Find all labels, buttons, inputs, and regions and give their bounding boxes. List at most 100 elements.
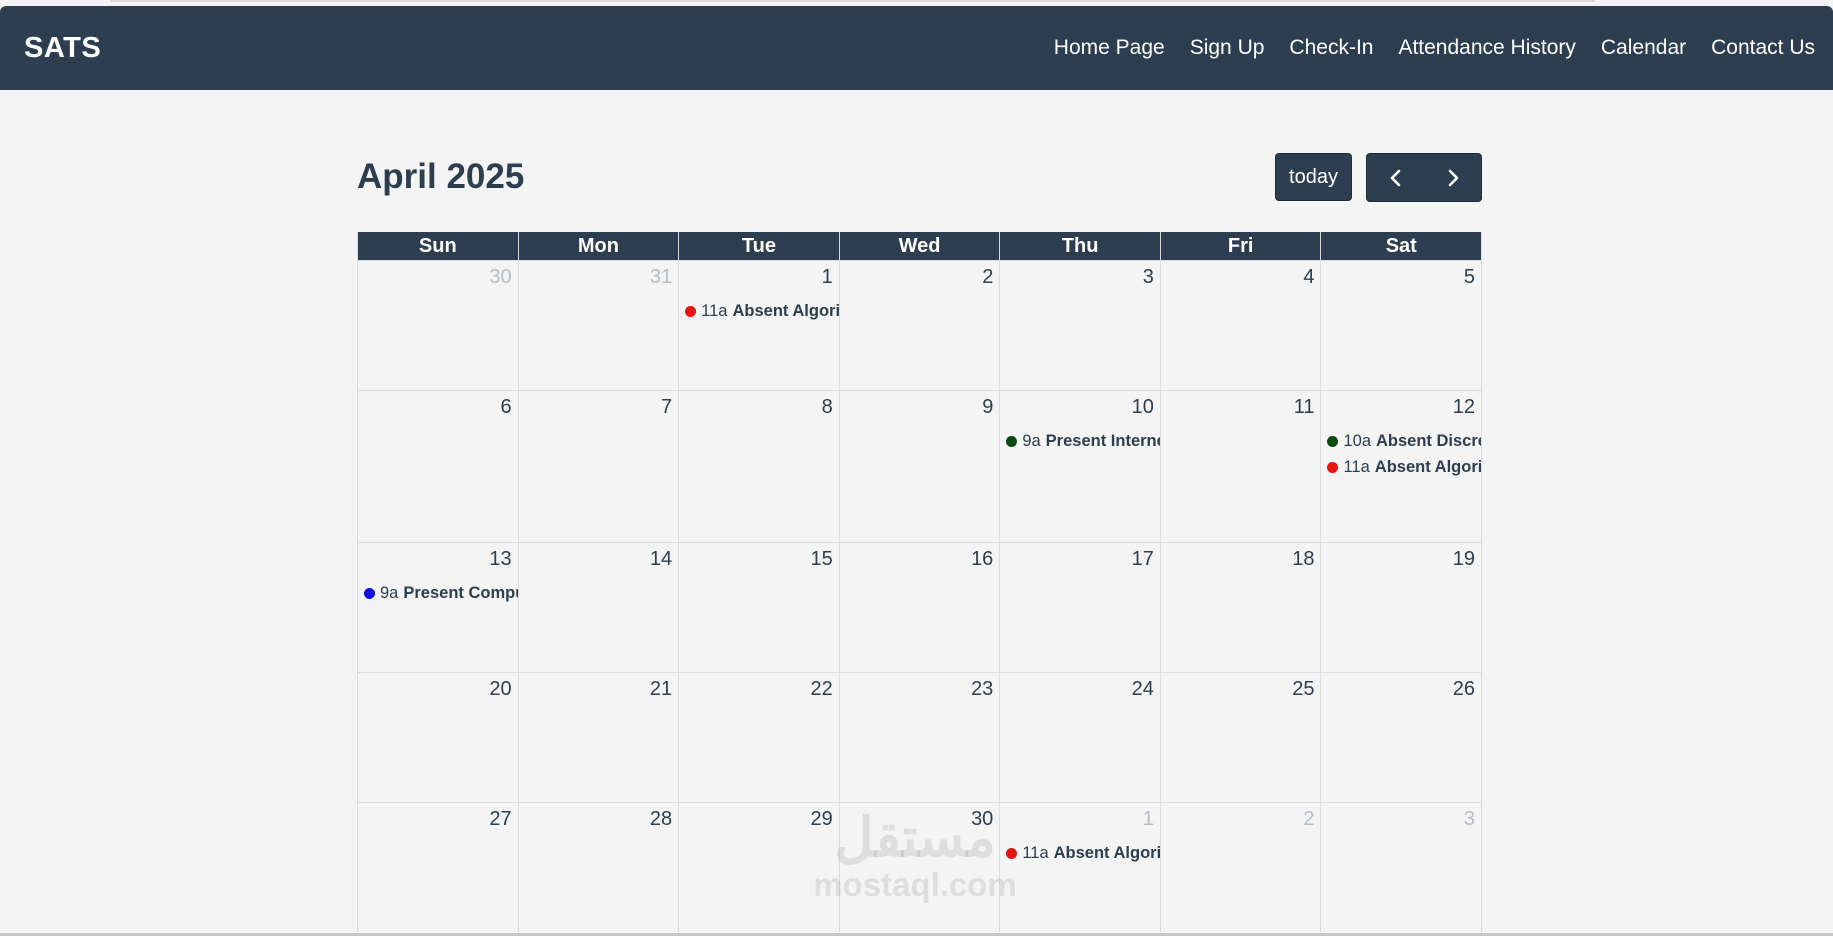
day-number[interactable]: 16 (971, 548, 993, 571)
calendar-title: April 2025 (357, 157, 525, 196)
day-cell[interactable]: 7 (519, 391, 680, 542)
calendar-event[interactable]: 11aAbsent Algorithms (1006, 840, 1160, 866)
day-number[interactable]: 19 (1453, 548, 1475, 571)
calendar-event[interactable]: 11aAbsent Algorithms (1327, 454, 1481, 480)
day-number[interactable]: 6 (500, 396, 511, 419)
prev-month-button[interactable] (1367, 154, 1424, 201)
day-cell[interactable]: 3 (1000, 261, 1161, 390)
day-number[interactable]: 27 (489, 808, 511, 831)
day-cell[interactable]: 28 (519, 803, 680, 932)
day-number[interactable]: 29 (810, 808, 832, 831)
calendar-event[interactable]: 10a Absent Discrete (1327, 428, 1481, 454)
navbar: SATS Home Page Sign Up Check-In Attendan… (0, 6, 1833, 90)
day-number[interactable]: 8 (822, 396, 833, 419)
day-cell[interactable]: 24 (1000, 673, 1161, 802)
nav-link-contact[interactable]: Contact Us (1711, 36, 1815, 60)
day-number[interactable]: 12 (1453, 396, 1475, 419)
day-cell[interactable]: 14 (519, 543, 680, 672)
day-cell[interactable]: 25 (1161, 673, 1322, 802)
day-cell[interactable]: 10 9a Present Internet (1000, 391, 1161, 542)
day-number[interactable]: 26 (1453, 678, 1475, 701)
day-number[interactable]: 5 (1464, 266, 1475, 289)
day-number[interactable]: 28 (650, 808, 672, 831)
day-cell[interactable]: 15 (679, 543, 840, 672)
day-cell[interactable]: 22 (679, 673, 840, 802)
nav-link-signup[interactable]: Sign Up (1190, 36, 1265, 60)
day-cell[interactable]: 1 11aAbsent Algorithms (679, 261, 840, 390)
day-cell[interactable]: 16 (840, 543, 1001, 672)
nav-link-calendar[interactable]: Calendar (1601, 36, 1686, 60)
event-list: 11aAbsent Algorithms (1006, 840, 1160, 866)
calendar-toolbar: April 2025 today (357, 152, 1482, 202)
day-header-mon: Mon (519, 232, 680, 260)
calendar-event[interactable]: 9aPresent Computer (364, 580, 518, 606)
day-number[interactable]: 17 (1132, 548, 1154, 571)
day-number[interactable]: 24 (1132, 678, 1154, 701)
day-number[interactable]: 31 (650, 266, 672, 289)
nav-link-checkin[interactable]: Check-In (1289, 36, 1373, 60)
day-cell[interactable]: 19 (1321, 543, 1483, 672)
day-number[interactable]: 30 (971, 808, 993, 831)
day-number[interactable]: 22 (810, 678, 832, 701)
day-cell[interactable]: 31 (519, 261, 680, 390)
day-number[interactable]: 18 (1292, 548, 1314, 571)
day-cell[interactable]: 17 (1000, 543, 1161, 672)
calendar-event[interactable]: 11aAbsent Algorithms (685, 298, 839, 324)
day-number[interactable]: 25 (1292, 678, 1314, 701)
day-number[interactable]: 10 (1132, 396, 1154, 419)
day-cell[interactable]: 2 (840, 261, 1001, 390)
calendar-event[interactable]: 9a Present Internet (1006, 428, 1160, 454)
day-number[interactable]: 20 (489, 678, 511, 701)
next-month-button[interactable] (1424, 154, 1481, 201)
day-cell[interactable]: 4 (1161, 261, 1322, 390)
day-number[interactable]: 2 (1303, 808, 1314, 831)
day-number[interactable]: 11 (1294, 396, 1315, 419)
day-cell[interactable]: 30 (358, 261, 519, 390)
event-list: 11aAbsent Algorithms (685, 298, 839, 324)
nav-link-home[interactable]: Home Page (1054, 36, 1165, 60)
day-number[interactable]: 13 (489, 548, 511, 571)
day-number[interactable]: 9 (982, 396, 993, 419)
day-cell[interactable]: 18 (1161, 543, 1322, 672)
day-number[interactable]: 14 (650, 548, 672, 571)
day-cell[interactable]: 2 (1161, 803, 1322, 932)
day-number[interactable]: 1 (1143, 808, 1154, 831)
day-number[interactable]: 7 (661, 396, 672, 419)
day-number[interactable]: 21 (650, 678, 672, 701)
nav-link-attendance-history[interactable]: Attendance History (1398, 36, 1575, 60)
day-number[interactable]: 3 (1464, 808, 1475, 831)
day-cell[interactable]: 1 11aAbsent Algorithms (1000, 803, 1161, 932)
event-dot-icon (685, 305, 697, 317)
day-cell[interactable]: 8 (679, 391, 840, 542)
day-cell[interactable]: 11 (1161, 391, 1322, 542)
today-button[interactable]: today (1275, 153, 1352, 201)
day-number[interactable]: 1 (822, 266, 833, 289)
brand-logo[interactable]: SATS (24, 32, 101, 65)
day-number[interactable]: 2 (982, 266, 993, 289)
day-header-sun: Sun (358, 232, 519, 260)
day-cell[interactable]: 5 (1321, 261, 1483, 390)
day-cell[interactable]: 23 (840, 673, 1001, 802)
day-cell[interactable]: 6 (358, 391, 519, 542)
day-cell[interactable]: 3 (1321, 803, 1483, 932)
day-cell[interactable]: 12 10a Absent Discrete 11aAbsent Algorithms (1321, 391, 1483, 542)
day-number[interactable]: 3 (1143, 266, 1154, 289)
day-cell[interactable]: 30 (840, 803, 1001, 932)
day-number[interactable]: 15 (810, 548, 832, 571)
day-number[interactable]: 23 (971, 678, 993, 701)
day-cell[interactable]: 20 (358, 673, 519, 802)
day-cell[interactable]: 13 9aPresent Computer (358, 543, 519, 672)
day-cell[interactable]: 27 (358, 803, 519, 932)
event-dot-icon (1006, 847, 1018, 859)
event-dot-icon (1006, 435, 1018, 447)
day-header-fri: Fri (1161, 232, 1322, 260)
event-title: Present Computer (403, 583, 517, 602)
chevron-right-icon (1448, 169, 1458, 186)
day-cell[interactable]: 29 (679, 803, 840, 932)
event-time: 11a (701, 301, 728, 320)
day-number[interactable]: 30 (489, 266, 511, 289)
day-cell[interactable]: 9 (840, 391, 1001, 542)
day-number[interactable]: 4 (1303, 266, 1314, 289)
day-cell[interactable]: 26 (1321, 673, 1483, 802)
day-cell[interactable]: 21 (519, 673, 680, 802)
